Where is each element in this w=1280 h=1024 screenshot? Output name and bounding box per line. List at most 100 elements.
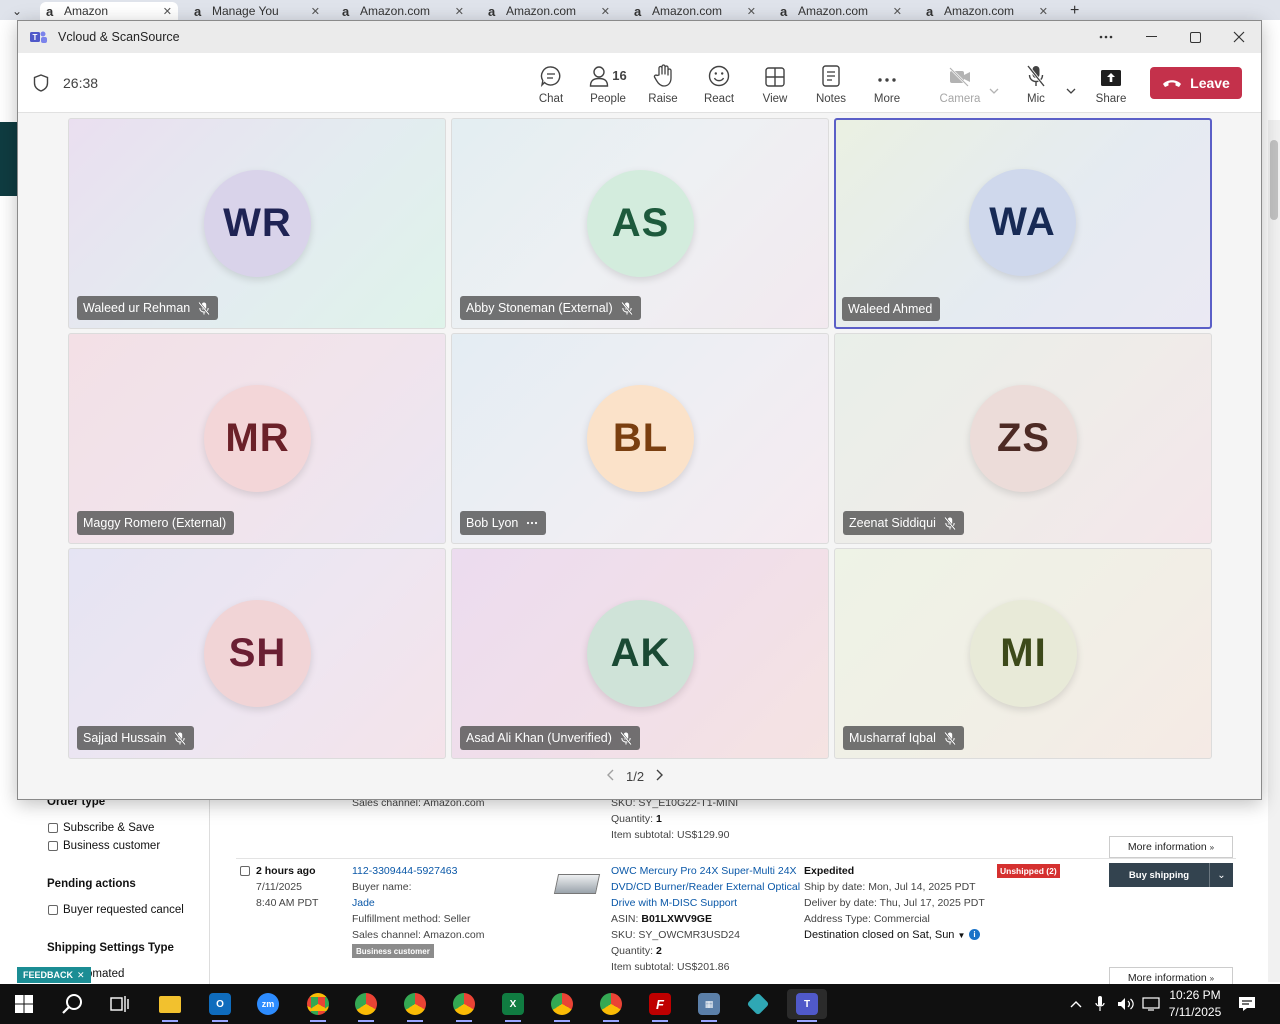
buyer-name-link[interactable]: Jade — [352, 897, 375, 909]
order-select-checkbox[interactable] — [240, 866, 250, 876]
teams-logo-icon: T — [30, 31, 47, 43]
participant-tile[interactable]: SH Sajjad Hussain — [68, 548, 446, 759]
shipping-service: Expedited — [804, 865, 855, 877]
filter-buyer-cancel[interactable]: Buyer requested cancel — [48, 904, 184, 916]
mic-options-chevron-icon[interactable] — [1066, 81, 1076, 99]
filter-subscribe-save[interactable]: Subscribe & Save — [48, 822, 154, 834]
product-title-line3[interactable]: Drive with M-DISC Support — [611, 897, 737, 909]
scrollbar-thumb[interactable] — [1270, 140, 1278, 220]
chrome-profile-icon[interactable] — [444, 989, 484, 1022]
camera-button[interactable]: Camera — [932, 61, 988, 109]
product-title-line2[interactable]: DVD/CD Burner/Reader External Optical — [611, 881, 800, 893]
network-icon[interactable] — [1142, 984, 1160, 1024]
teams-taskbar-icon[interactable]: T — [787, 989, 827, 1022]
search-icon[interactable] — [52, 989, 92, 1019]
task-view-icon[interactable] — [100, 989, 140, 1019]
close-icon[interactable]: ✕ — [455, 5, 470, 18]
file-explorer-icon[interactable] — [150, 989, 190, 1022]
microphone-tray-icon[interactable] — [1095, 984, 1105, 1024]
buy-shipping-dropdown[interactable]: ⌄ — [1209, 863, 1233, 887]
checkbox[interactable] — [48, 905, 58, 915]
browser-tab[interactable]: a Amazon.com ✕ — [336, 2, 470, 20]
windows-start-icon[interactable] — [4, 989, 44, 1019]
close-icon[interactable]: ✕ — [747, 5, 762, 18]
close-icon[interactable] — [1217, 21, 1261, 53]
product-title-line1[interactable]: OWC Mercury Pro 24X Super-Multi 24X — [611, 865, 797, 877]
meeting-timer: 26:38 — [63, 75, 99, 91]
notes-button[interactable]: Notes — [805, 61, 857, 109]
leave-button[interactable]: Leave — [1150, 67, 1242, 99]
checkbox[interactable] — [48, 823, 58, 833]
close-icon[interactable]: ✕ — [1039, 5, 1054, 18]
info-icon[interactable]: i — [969, 929, 980, 940]
volume-icon[interactable] — [1117, 984, 1135, 1024]
show-hidden-icons-chevron-icon[interactable] — [1070, 984, 1082, 1024]
mic-off-icon — [198, 301, 211, 315]
chevron-right-icon[interactable] — [656, 769, 664, 784]
close-icon[interactable]: ✕ — [311, 5, 326, 18]
browser-tab[interactable]: a Manage You ✕ — [188, 2, 326, 20]
chevron-left-icon[interactable] — [606, 769, 614, 784]
participant-tile[interactable]: ZS Zeenat Siddiqui — [834, 333, 1212, 544]
system-clock[interactable]: 10:26 PM 7/11/2025 — [1160, 987, 1230, 1021]
outlook-icon[interactable]: O — [200, 989, 240, 1022]
new-tab-button[interactable]: + — [1064, 2, 1088, 20]
zoom-icon[interactable]: zm — [248, 989, 288, 1019]
camera-options-chevron-icon[interactable] — [989, 81, 999, 99]
buy-shipping-button[interactable]: Buy shipping — [1109, 863, 1209, 887]
participant-tile[interactable]: WR Waleed ur Rehman — [68, 118, 446, 329]
participant-name: Sajjad Hussain — [83, 731, 167, 745]
react-button[interactable]: React — [693, 61, 745, 109]
browser-tab[interactable]: a Amazon.com ✕ — [482, 2, 616, 20]
calculator-icon[interactable]: ▦ — [689, 989, 729, 1022]
checkbox[interactable] — [48, 841, 58, 851]
browser-tab[interactable]: a Amazon.com ✕ — [920, 2, 1054, 20]
filter-automated[interactable]: omated — [86, 968, 124, 980]
view-button[interactable]: View — [749, 61, 801, 109]
destination-closed-dropdown[interactable]: Destination closed on Sat, Sun ▼ — [804, 929, 965, 941]
page-scrollbar[interactable] — [1268, 120, 1280, 982]
more-button[interactable]: More — [861, 61, 913, 109]
participant-tile[interactable]: AS Abby Stoneman (External) — [451, 118, 829, 329]
close-icon[interactable]: ✕ — [601, 5, 616, 18]
amazon-icon: a — [46, 3, 54, 19]
close-icon[interactable]: ✕ — [893, 5, 908, 18]
app-diamond-icon[interactable] — [738, 989, 778, 1019]
more-dots-icon[interactable] — [526, 521, 538, 525]
chat-button[interactable]: Chat — [525, 61, 577, 109]
filezilla-icon[interactable]: F — [640, 989, 680, 1022]
more-options-icon[interactable] — [1084, 21, 1128, 53]
participant-tile[interactable]: BL Bob Lyon — [451, 333, 829, 544]
browser-tab-menu[interactable]: ⌄ — [6, 2, 34, 20]
people-button[interactable]: 16 People — [578, 61, 638, 109]
product-image[interactable] — [553, 874, 601, 894]
raise-hand-button[interactable]: Raise — [637, 61, 689, 109]
maximize-icon[interactable] — [1173, 21, 1217, 53]
browser-tab[interactable]: a Amazon.com ✕ — [774, 2, 908, 20]
participant-tile[interactable]: MI Musharraf Iqbal — [834, 548, 1212, 759]
minimize-icon[interactable] — [1129, 21, 1173, 53]
chrome-profile-icon[interactable] — [395, 989, 435, 1022]
feedback-button[interactable]: FEEDBACK ✕ — [17, 967, 91, 983]
chrome-profile-icon[interactable] — [542, 989, 582, 1022]
share-button[interactable]: Share — [1085, 61, 1137, 109]
close-icon[interactable]: ✕ — [77, 970, 85, 981]
participant-tile[interactable]: MR Maggy Romero (External) — [68, 333, 446, 544]
excel-icon[interactable]: X — [493, 989, 533, 1022]
order-id-link[interactable]: 112-3309444-5927463 — [352, 865, 458, 877]
participant-tile[interactable]: WA Waleed Ahmed — [834, 118, 1212, 329]
chrome-profile-icon[interactable] — [591, 989, 631, 1022]
chrome-icon[interactable] — [298, 989, 338, 1022]
participant-nameplate: Bob Lyon — [460, 511, 547, 535]
close-icon[interactable]: ✕ — [163, 5, 178, 18]
browser-tab[interactable]: a Amazon ✕ — [40, 2, 178, 20]
mic-off-icon — [174, 731, 187, 745]
notifications-icon[interactable] — [1238, 984, 1256, 1024]
filter-business-customer[interactable]: Business customer — [48, 840, 160, 852]
browser-tab[interactable]: a Amazon.com ✕ — [628, 2, 762, 20]
participant-tile[interactable]: AK Asad Ali Khan (Unverified) — [451, 548, 829, 759]
chrome-profile-icon[interactable] — [346, 989, 386, 1022]
mic-off-icon — [944, 731, 956, 745]
mic-button[interactable]: Mic — [1010, 61, 1062, 109]
more-information-button[interactable]: More information » — [1109, 836, 1233, 858]
